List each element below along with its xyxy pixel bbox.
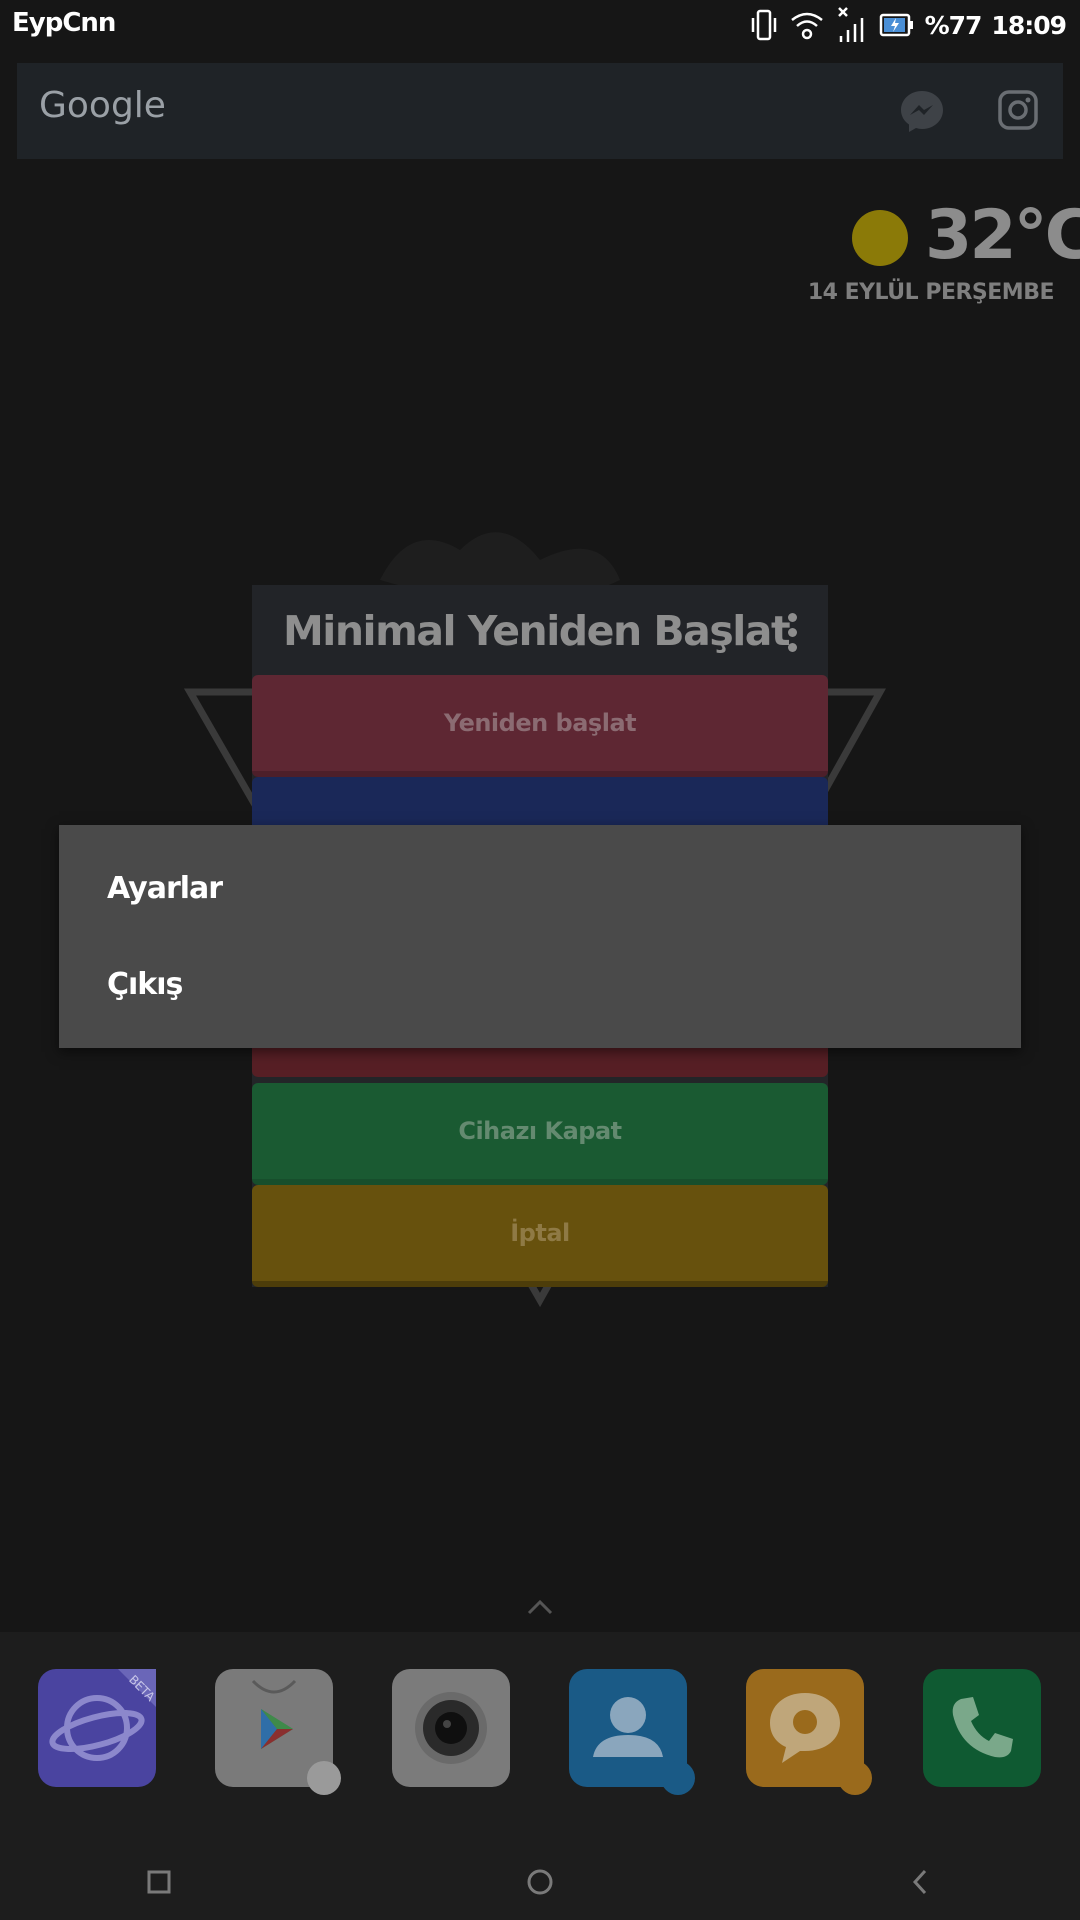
menu-item-exit[interactable]: Çıkış <box>107 967 183 1002</box>
wifi-icon <box>790 12 823 40</box>
google-search-bar[interactable]: Google <box>17 63 1063 159</box>
vibrate-icon <box>751 9 776 41</box>
weather-date[interactable]: 14 EYLÜL PERŞEMBE <box>808 280 1055 305</box>
back-icon <box>912 1869 927 1895</box>
shutdown-button[interactable]: Cihazı Kapat <box>252 1083 828 1185</box>
app-drawer-arrow-icon[interactable] <box>526 1598 554 1616</box>
instagram-icon[interactable] <box>997 89 1039 131</box>
play-store-icon[interactable] <box>215 1669 341 1795</box>
menu-item-settings[interactable]: Ayarlar <box>107 871 223 906</box>
battery-icon <box>879 13 913 37</box>
navigation-bar <box>0 1832 1080 1920</box>
status-icons: %77 18:09 <box>749 6 1067 44</box>
dialog-title: Minimal Yeniden Başlat <box>283 607 791 655</box>
messages-badge-icon <box>838 1761 872 1795</box>
messages-icon[interactable] <box>746 1669 872 1795</box>
camera-icon[interactable] <box>392 1669 510 1787</box>
status-bar: EypCnn %77 18:09 <box>0 0 1080 50</box>
signal-icon <box>837 7 863 42</box>
restart-button[interactable]: Yeniden başlat <box>252 675 828 777</box>
recents-button[interactable] <box>129 1852 189 1912</box>
store-badge-icon <box>307 1761 341 1795</box>
contacts-icon[interactable] <box>569 1669 695 1795</box>
back-button[interactable] <box>890 1852 950 1912</box>
temperature[interactable]: 32°C <box>925 196 1080 275</box>
carrier-name: EypCnn <box>12 8 116 38</box>
more-options-icon[interactable] <box>788 613 800 658</box>
phone-icon[interactable] <box>923 1669 1041 1787</box>
contacts-badge-icon <box>661 1761 695 1795</box>
clock: 18:09 <box>991 10 1067 40</box>
overflow-menu: Ayarlar Çıkış <box>59 825 1021 1048</box>
google-logo[interactable]: Google <box>39 85 166 126</box>
cancel-button[interactable]: İptal <box>252 1185 828 1287</box>
home-icon <box>527 1869 553 1895</box>
recents-icon <box>147 1870 171 1894</box>
internet-beta-icon[interactable]: BETA <box>38 1669 156 1787</box>
dialog-header: Minimal Yeniden Başlat <box>252 585 828 675</box>
sun-icon <box>852 210 908 266</box>
dock: BETA <box>0 1632 1080 1832</box>
home-button[interactable] <box>510 1852 570 1912</box>
battery-percent: %77 <box>924 10 983 40</box>
messenger-icon[interactable] <box>899 88 945 134</box>
